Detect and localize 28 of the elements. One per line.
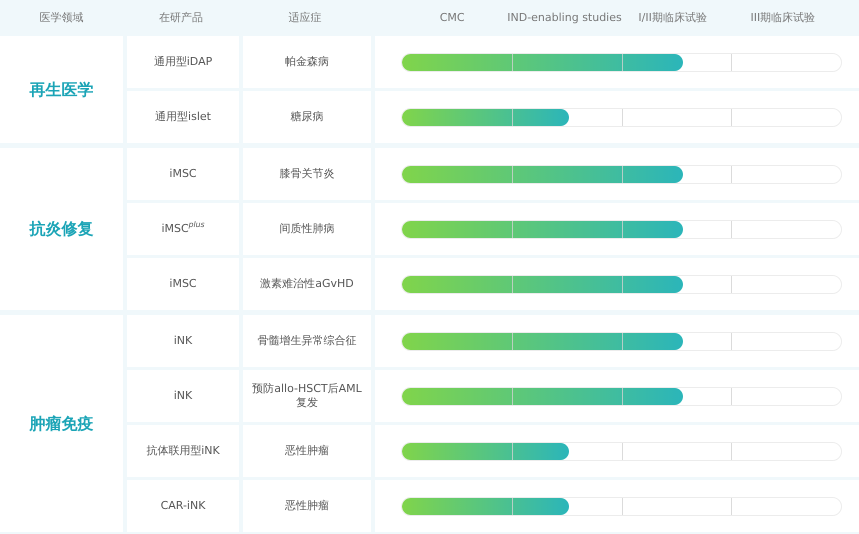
table-cell: CAR-iNK (127, 480, 239, 532)
table-cell: 通用型islet (127, 91, 239, 143)
table-cell: 糖尿病 (243, 91, 371, 143)
table-cell: iMSC (127, 148, 239, 200)
column-header: 医学领域 (40, 10, 84, 24)
column-header: 在研产品 (159, 10, 203, 24)
table-cell: 间质性肺病 (243, 203, 371, 255)
column-header: 适应症 (288, 10, 322, 24)
table-cell: 骨髓增生异常综合征 (243, 315, 371, 367)
table-cell: iNK (127, 315, 239, 367)
column-header: I/II期临床试验 (638, 10, 707, 24)
table-cell: 激素难治性aGvHD (243, 258, 371, 310)
table-cell: 抗体联用型iNK (127, 425, 239, 477)
table-cell: 通用型iDAP (127, 36, 239, 88)
table-cell: 膝骨关节炎 (243, 148, 371, 200)
table-cell: iNK (127, 370, 239, 422)
area-label: 抗炎修复 (30, 218, 94, 240)
column-header: III期临床试验 (750, 10, 816, 24)
table-cell: 预防allo-HSCT后AML复发 (243, 370, 371, 422)
column-header: CMC (440, 10, 465, 24)
area-label: 肿瘤免疫 (30, 412, 94, 434)
table-cell: 恶性肿瘤 (243, 425, 371, 477)
table-cell: 帕金森病 (243, 36, 371, 88)
column-header: IND-enabling studies (507, 10, 622, 24)
table-cell: iMSC (127, 258, 239, 310)
area-label: 再生医学 (30, 78, 94, 100)
table-cell: 恶性肿瘤 (243, 480, 371, 532)
table-cell: iMSC$^{plus}$ (127, 203, 239, 255)
